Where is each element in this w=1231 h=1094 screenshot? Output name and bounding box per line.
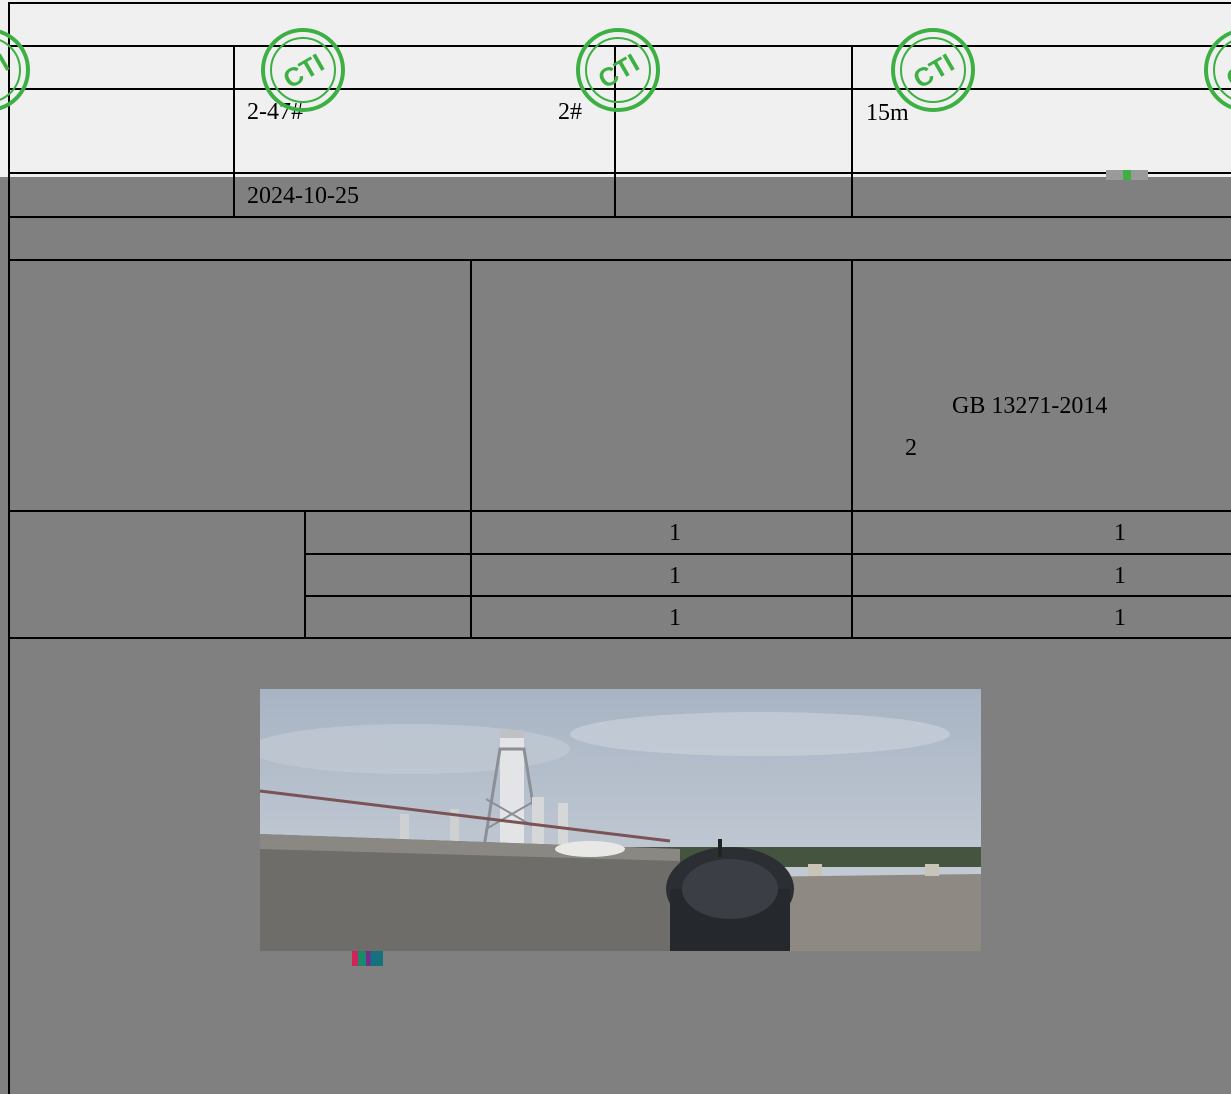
rule — [8, 216, 1231, 218]
svg-text:CTI: CTI — [908, 47, 959, 94]
rule — [8, 2, 1231, 4]
rule — [8, 510, 1231, 512]
rooftop-stack-photo — [260, 689, 981, 951]
grid-cell: 1 — [1114, 520, 1126, 546]
cti-stamp-icon: CTI — [261, 28, 345, 112]
color-mark — [352, 951, 383, 966]
grid-cell: 1 — [669, 563, 681, 589]
cti-stamp-icon: CTI — [576, 28, 660, 112]
rule — [304, 553, 1231, 555]
rule — [851, 45, 853, 217]
cti-stamp-icon: CTI — [1204, 30, 1231, 110]
grid-cell: 1 — [1114, 563, 1126, 589]
grid-cell: 1 — [1114, 605, 1126, 631]
rule — [233, 45, 235, 217]
rule — [8, 259, 1231, 261]
cti-stamp-icon: CTI — [0, 29, 30, 111]
rule — [8, 637, 1231, 639]
grid-cell: 1 — [669, 520, 681, 546]
svg-text:CTI: CTI — [278, 47, 329, 94]
report-page: { "header": { "sample_id": "2-47#", "poi… — [0, 0, 1231, 1094]
standard-level: 2 — [905, 435, 917, 461]
rule — [851, 259, 853, 639]
rule — [304, 510, 306, 639]
rule — [8, 172, 1231, 174]
rule — [304, 595, 1231, 597]
date-value: 2024-10-25 — [247, 183, 359, 209]
svg-text:CTI: CTI — [0, 47, 14, 94]
color-mark — [1106, 170, 1148, 180]
svg-text:CTI: CTI — [1221, 47, 1231, 94]
grid-cell: 1 — [669, 605, 681, 631]
rule — [470, 259, 472, 639]
standard-code: GB 13271-2014 — [952, 393, 1108, 419]
cti-stamp-icon: CTI — [891, 28, 975, 112]
rule — [8, 2, 10, 1094]
svg-text:CTI: CTI — [593, 47, 644, 94]
